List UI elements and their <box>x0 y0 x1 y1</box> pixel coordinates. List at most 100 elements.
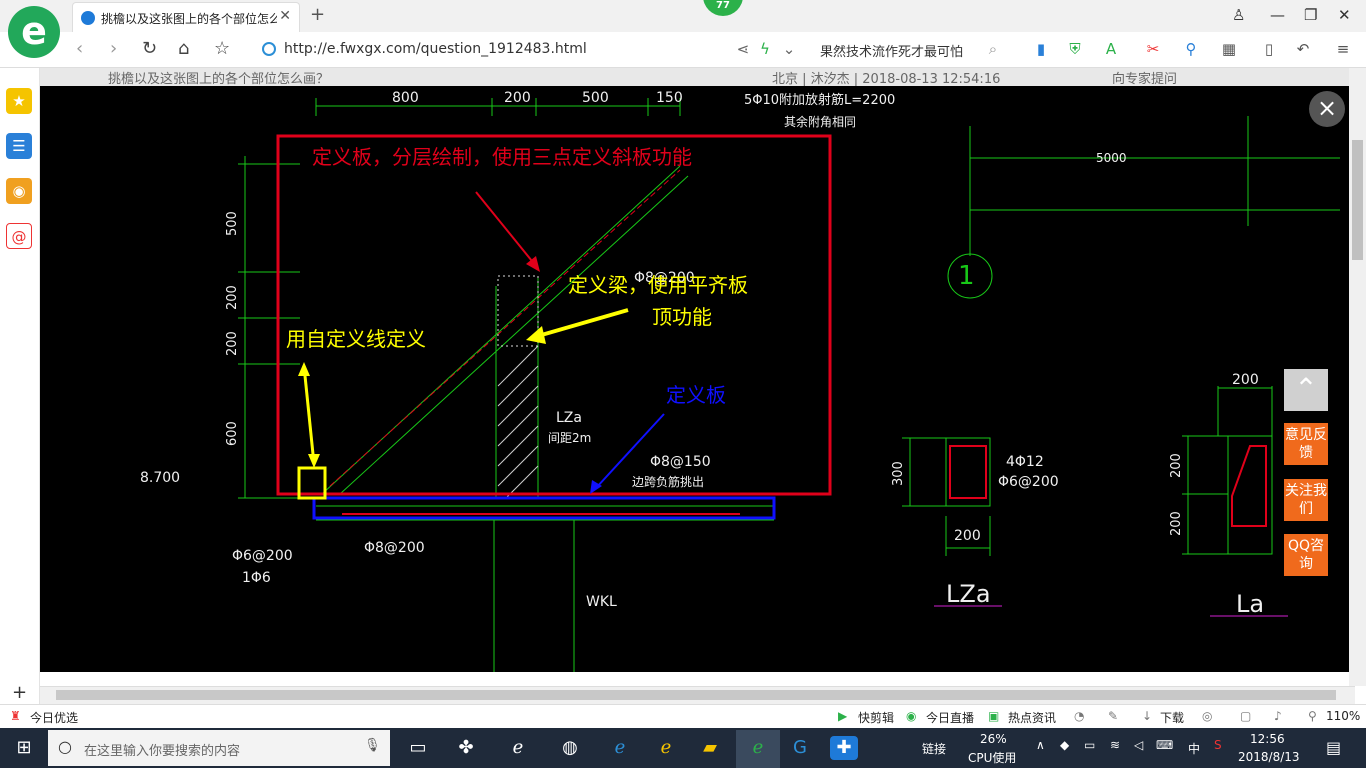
battery-icon[interactable]: ▭ <box>1084 738 1095 752</box>
tab-active[interactable]: 挑檐以及这张图上的各个部位怎么 ✕ <box>72 2 300 32</box>
folder-icon[interactable]: ▰ <box>696 736 724 760</box>
today-picks-link[interactable]: 今日优选 <box>30 709 78 726</box>
viewer-close-button[interactable]: × <box>1309 91 1345 127</box>
image-viewer: 800 200 500 150 5Φ10附加放射筋L=2200 其余附角相同 5… <box>40 86 1355 672</box>
dim-left-200b: 200 <box>225 331 240 356</box>
status-item-download[interactable]: 下载 <box>1160 709 1184 726</box>
rebar-note-2: 其余附角相同 <box>784 114 856 129</box>
tools-icon[interactable]: ✎ <box>1108 709 1118 723</box>
notification-center-icon[interactable]: ▤ <box>1326 738 1341 757</box>
translate-icon[interactable]: A <box>1102 40 1120 58</box>
section2-h1: 200 <box>1169 453 1184 478</box>
section2-width: 200 <box>1232 372 1259 388</box>
wifi-icon[interactable]: ≋ <box>1110 738 1120 752</box>
back-to-top-icon[interactable]: ⌃ <box>1284 369 1328 411</box>
qq-consult-button[interactable]: QQ咨询 <box>1284 534 1328 576</box>
question-title: 挑檐以及这张图上的各个部位怎么画？ <box>108 72 330 86</box>
add-sidebar-icon[interactable]: + <box>12 682 27 703</box>
mail-icon[interactable]: @ <box>6 223 32 249</box>
edge-icon[interactable]: ℯ <box>606 736 634 760</box>
ie-icon[interactable]: ℯ <box>652 736 680 760</box>
status-item-news[interactable]: 热点资讯 <box>1008 709 1056 726</box>
task-view-icon[interactable]: ▭ <box>404 736 432 760</box>
annotation-blue: 定义板 <box>666 383 726 407</box>
ask-expert-link[interactable]: 向专家提问 <box>1112 68 1177 86</box>
windows-start-icon[interactable]: ⊞ <box>10 736 38 760</box>
qq-browser-icon[interactable]: ◍ <box>556 736 584 760</box>
keyboard-icon[interactable]: ⌨ <box>1156 738 1173 752</box>
links-label[interactable]: 链接 <box>922 740 946 757</box>
annotation-beam-line2: 顶功能 <box>652 305 712 329</box>
tray-up-icon[interactable]: ∧ <box>1036 738 1045 752</box>
elevation-label: 8.700 <box>140 470 180 486</box>
grid-icon[interactable]: ▦ <box>1220 40 1238 58</box>
spacing-label: 间距2m <box>548 431 591 445</box>
magnifier-icon[interactable]: ⚲ <box>1182 40 1200 58</box>
horizontal-scroll-thumb[interactable] <box>56 690 1336 700</box>
undo-icon[interactable]: ↶ <box>1294 40 1312 58</box>
weibo-icon[interactable]: ◉ <box>6 178 32 204</box>
shield-icon[interactable]: ⛨ <box>1066 40 1084 58</box>
favorites-star-icon[interactable]: ★ <box>6 88 32 114</box>
ie-icon <box>81 11 95 25</box>
section1-bar1: 4Φ12 <box>1006 454 1044 470</box>
phi8-150-label: Φ8@150 <box>650 454 711 470</box>
sogou-icon[interactable]: S <box>1214 738 1222 752</box>
ime-indicator[interactable]: 中 <box>1188 740 1200 757</box>
mute-icon[interactable]: ♪ <box>1274 709 1282 723</box>
share-icon[interactable]: ⋖ <box>734 40 752 58</box>
refresh-icon[interactable]: ↻ <box>142 38 157 59</box>
phone-icon[interactable]: ▯ <box>1260 40 1278 58</box>
taskbar-search[interactable]: ○ 在这里输入你要搜索的内容 🎙 <box>48 730 390 766</box>
browser-logo-icon[interactable]: e <box>8 6 60 58</box>
home-icon[interactable]: ⌂ <box>178 38 189 59</box>
active-browser-icon[interactable]: ℯ <box>736 730 780 768</box>
follow-us-button[interactable]: 关注我们 <box>1284 479 1328 521</box>
speed-icon[interactable]: ◔ <box>1074 709 1084 723</box>
app-icon[interactable]: ▮ <box>1032 40 1050 58</box>
feedback-button[interactable]: 意见反馈 <box>1284 423 1328 465</box>
plus-app-icon[interactable]: ✚ <box>830 736 858 760</box>
list-icon[interactable]: ☰ <box>6 133 32 159</box>
minimize-icon[interactable]: — <box>1270 6 1285 24</box>
dim-left-500: 500 <box>225 211 240 236</box>
search-hint[interactable]: 果然技术流作死才最可怕 <box>820 41 963 60</box>
window-icon[interactable]: ▢ <box>1240 709 1251 723</box>
status-item-clip[interactable]: 快剪辑 <box>858 709 894 726</box>
lightning-icon[interactable]: ϟ <box>756 40 774 58</box>
page-header-strip: 挑檐以及这张图上的各个部位怎么画？ 北京 | 沐汐杰 | 2018-08-13 … <box>40 68 1355 86</box>
annotation-custom-line: 用自定义线定义 <box>286 327 426 351</box>
vertical-scroll-thumb[interactable] <box>1352 140 1363 260</box>
new-tab-button[interactable]: + <box>310 4 325 25</box>
status-item-live[interactable]: 今日直播 <box>926 709 974 726</box>
browser-e-icon[interactable]: ℯ <box>504 736 532 760</box>
back-icon[interactable]: ‹ <box>76 38 83 59</box>
tab-close-icon[interactable]: ✕ <box>279 8 291 24</box>
menu-icon[interactable]: ≡ <box>1334 40 1352 58</box>
volume-icon[interactable]: ◁ <box>1134 738 1143 752</box>
zoom-level[interactable]: 110% <box>1326 709 1360 723</box>
close-icon[interactable]: ✕ <box>1338 6 1351 24</box>
favorite-star-icon[interactable]: ☆ <box>214 38 230 59</box>
clock-date[interactable]: 2018/8/13 <box>1238 750 1300 764</box>
g-app-icon[interactable]: G <box>786 736 814 760</box>
bell-icon[interactable]: ◆ <box>1060 738 1069 752</box>
mic-icon[interactable]: 🎙 <box>364 738 381 753</box>
live-icon: ◉ <box>906 709 917 723</box>
dim-500: 500 <box>582 90 609 106</box>
clock-time[interactable]: 12:56 <box>1250 732 1285 746</box>
search-icon[interactable]: ⌕ <box>984 40 1002 58</box>
pinwheel-icon[interactable]: ✤ <box>452 736 480 760</box>
ie-compat-icon[interactable]: ◎ <box>1202 709 1212 723</box>
scissors-icon[interactable]: ✂ <box>1144 40 1162 58</box>
url-field[interactable]: http://e.fwxgx.com/question_1912483.html <box>258 38 728 62</box>
dim-5000: 5000 <box>1096 151 1127 165</box>
clip-icon: ▶ <box>838 709 848 723</box>
restore-icon[interactable]: ❐ <box>1304 6 1317 24</box>
shirt-icon[interactable]: ♙ <box>1232 6 1245 24</box>
chevron-down-icon[interactable]: ⌄ <box>780 40 798 58</box>
gift-icon: ♜ <box>10 709 21 723</box>
dim-left-600: 600 <box>225 421 240 446</box>
edge-note: 边跨负筋挑出 <box>632 474 704 489</box>
forward-icon[interactable]: › <box>110 38 117 59</box>
